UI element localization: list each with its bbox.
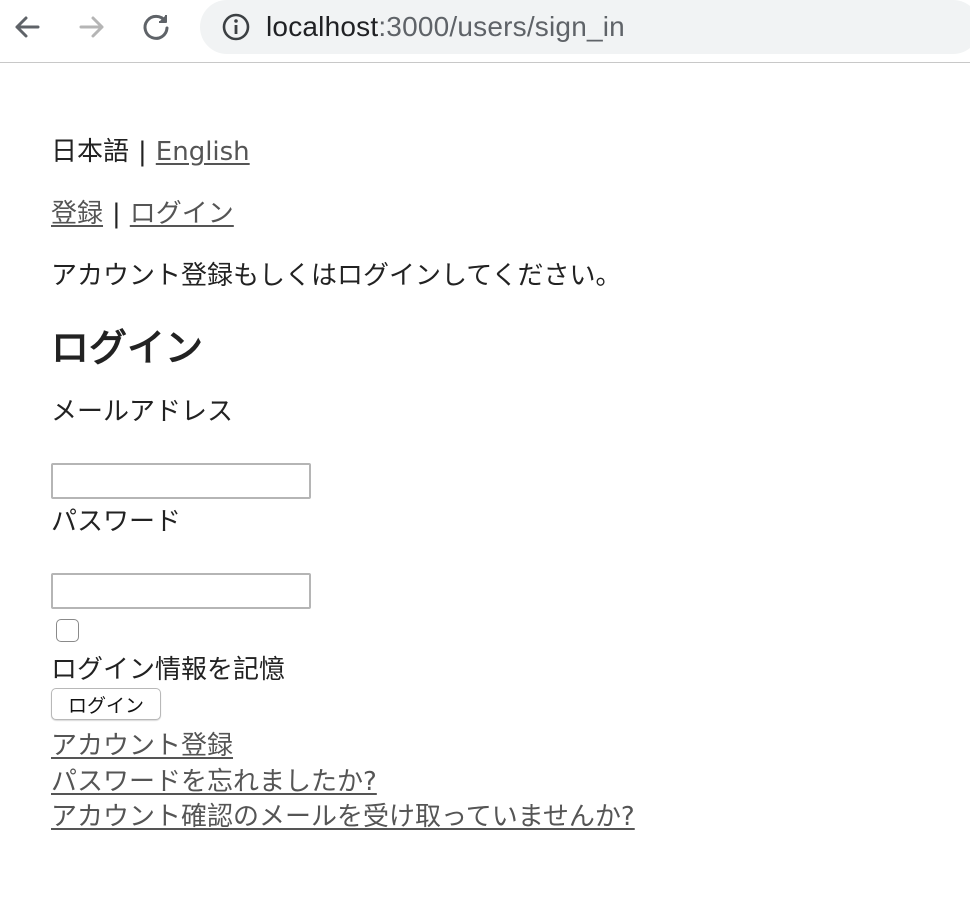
url-host: localhost [266,11,379,42]
language-japanese: 日本語 [51,137,130,167]
forgot-password-link-row: パスワードを忘れましたか? [51,761,377,798]
nav-login-link[interactable]: ログイン [130,199,234,229]
reload-icon [143,14,169,40]
email-label: メールアドレス [51,397,234,427]
remember-me-checkbox[interactable] [56,619,79,642]
page-title: ログイン [51,326,204,370]
reload-button[interactable] [139,10,173,44]
signup-link[interactable]: アカウント登録 [51,731,233,761]
url-path: :3000/users/sign_in [378,11,625,42]
remember-me-label: ログイン情報を記憶 [51,655,286,685]
address-bar[interactable]: localhost:3000/users/sign_in [200,0,970,54]
forgot-password-link[interactable]: パスワードを忘れましたか? [51,767,377,797]
forward-arrow-icon [79,16,104,38]
resend-confirmation-link-row: アカウント確認のメールを受け取っていませんか? [51,796,635,833]
password-label: パスワード [51,507,182,537]
login-button[interactable]: ログイン [51,688,161,720]
auth-nav-separator: | [112,199,121,229]
signup-link-row: アカウント登録 [51,725,233,762]
language-english-link[interactable]: English [156,137,250,167]
back-arrow-icon [15,16,40,38]
flash-notice: アカウント登録もしくはログインしてください。 [51,261,622,291]
browser-toolbar: localhost:3000/users/sign_in [0,0,970,63]
resend-confirmation-link[interactable]: アカウント確認のメールを受け取っていませんか? [51,802,635,832]
email-field[interactable] [51,463,311,499]
info-icon[interactable] [220,11,252,43]
nav-signup-link[interactable]: 登録 [51,199,103,229]
forward-button[interactable] [75,10,109,44]
url-text[interactable]: localhost:3000/users/sign_in [266,11,625,43]
back-button[interactable] [10,10,44,44]
language-switcher: 日本語 | English [51,131,250,168]
auth-nav: 登録 | ログイン [51,193,234,230]
language-separator: | [138,137,147,167]
password-field[interactable] [51,573,311,609]
